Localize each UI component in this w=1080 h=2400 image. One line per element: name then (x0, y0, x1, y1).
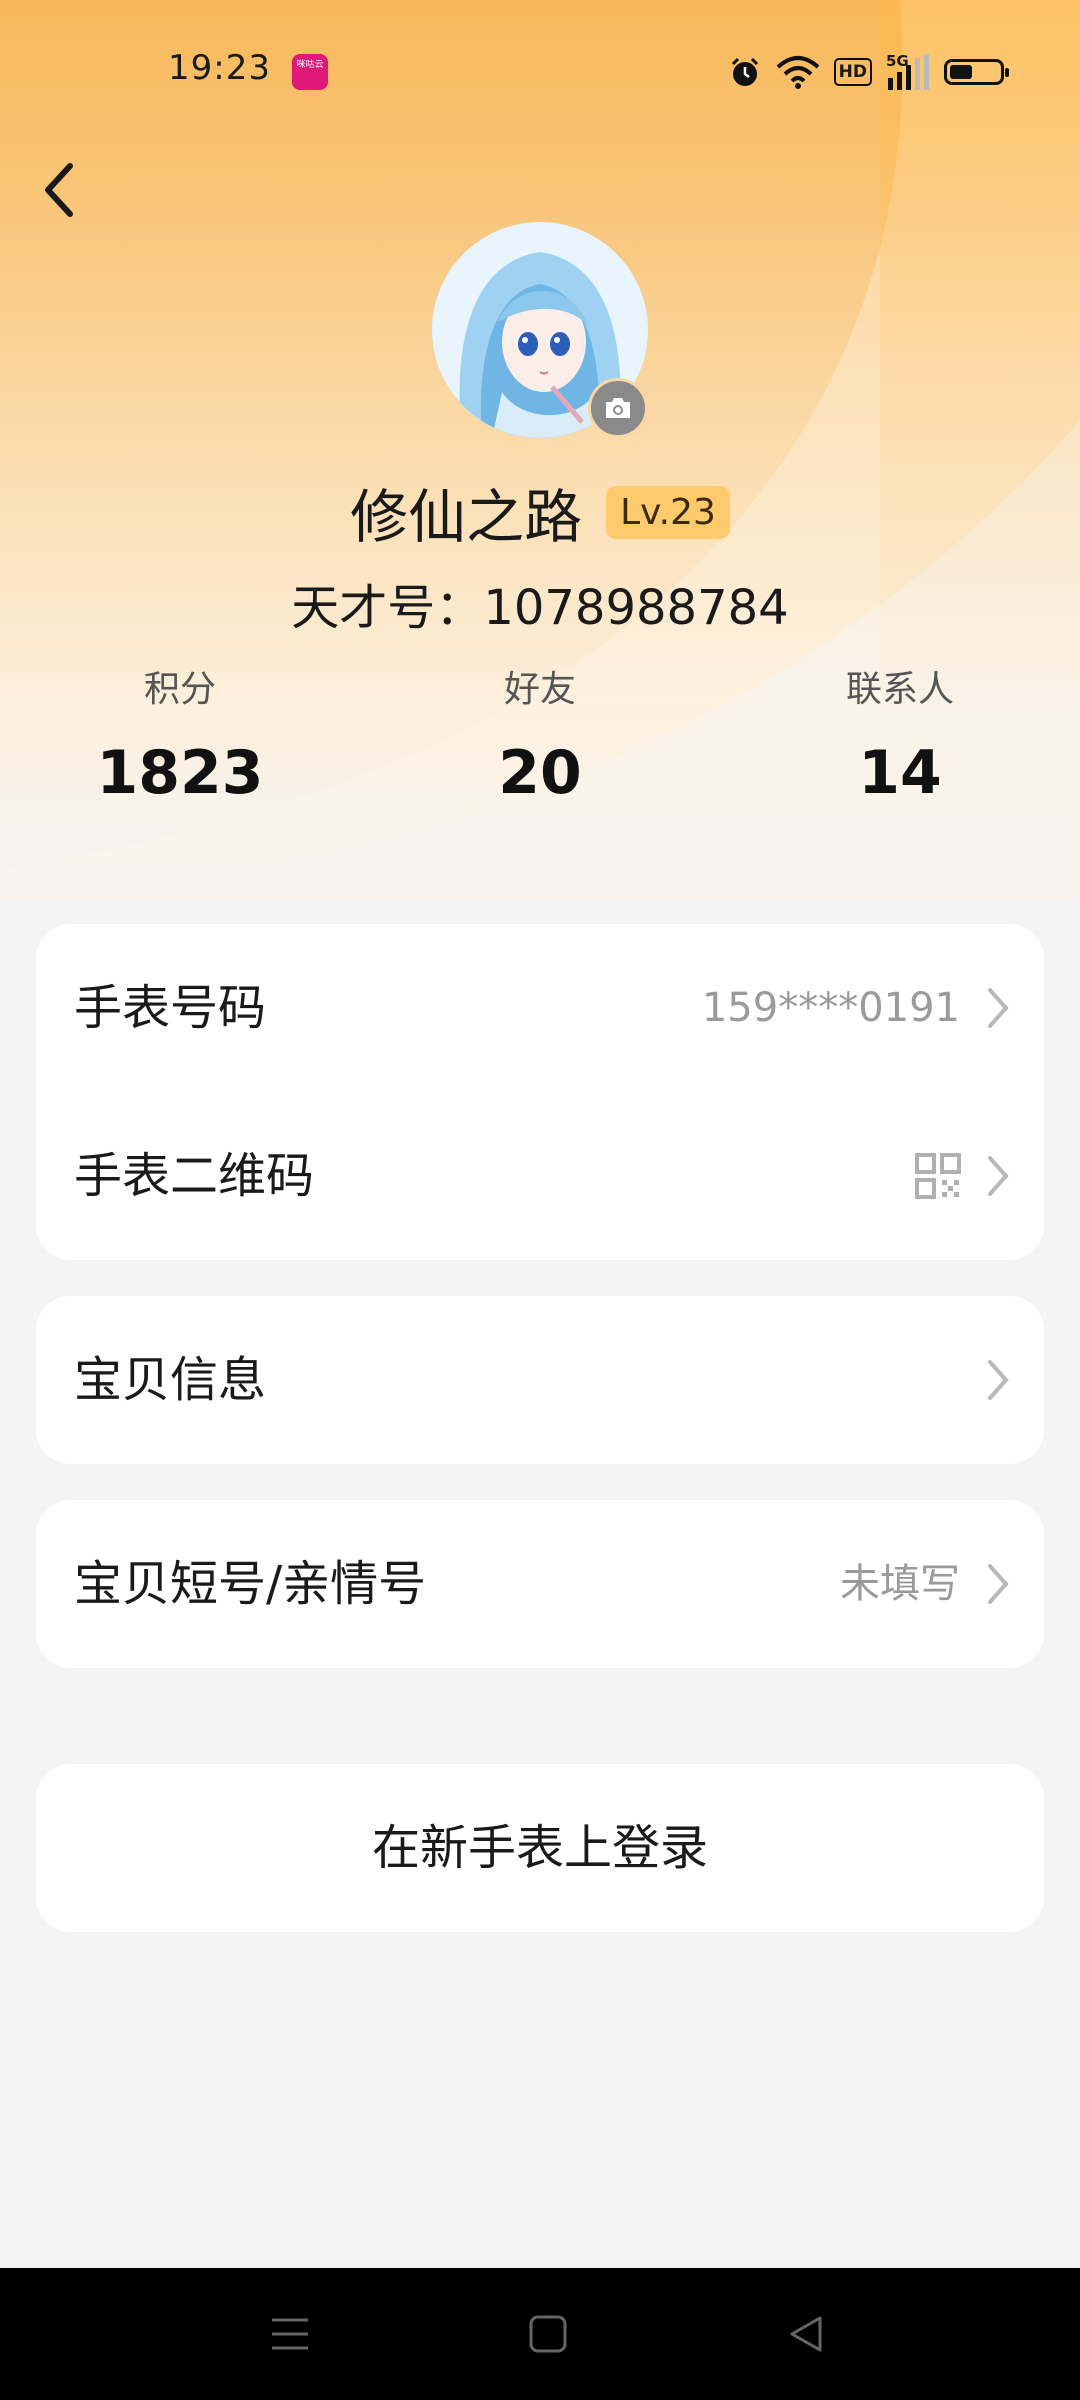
short-number-card: 宝贝短号/亲情号 未填写 (36, 1500, 1044, 1668)
short-number-row[interactable]: 宝贝短号/亲情号 未填写 (36, 1500, 1044, 1668)
stat-contacts[interactable]: 联系人 14 (750, 660, 1050, 808)
camera-icon[interactable] (588, 378, 648, 438)
stats-row: 积分 1823 好友 20 联系人 14 (0, 660, 1080, 820)
watch-card: 手表号码 159****0191 手表二维码 (36, 924, 1044, 1260)
stat-label: 积分 (143, 669, 216, 710)
watch-number-label: 手表号码 (74, 980, 267, 1036)
watch-qr-label: 手表二维码 (74, 1148, 315, 1204)
stat-value: 1823 (96, 738, 264, 808)
qr-code-icon (915, 1153, 961, 1199)
battery-icon (944, 59, 1009, 85)
baby-info-row[interactable]: 宝贝信息 (36, 1296, 1044, 1464)
stat-friends[interactable]: 好友 20 (390, 660, 690, 808)
chevron-right-icon (988, 988, 1009, 1028)
baby-info-label: 宝贝信息 (74, 1352, 267, 1408)
stat-value: 20 (498, 738, 582, 808)
account-id: 天才号：1078988784 (0, 568, 1080, 638)
home-icon[interactable] (524, 2310, 572, 2358)
profile-name: 修仙之路 (350, 483, 583, 551)
status-bar: 19:23 咪咕云 HD 5G (0, 0, 1080, 140)
5g-signal-icon: 5G (886, 52, 930, 92)
status-icons: HD 5G (728, 52, 1009, 92)
notification-app-icon: 咪咕云 (292, 54, 328, 90)
short-number-label: 宝贝短号/亲情号 (74, 1556, 427, 1612)
alarm-icon (731, 57, 758, 86)
account-id-label: 天才号： (291, 580, 484, 636)
baby-info-card: 宝贝信息 (36, 1296, 1044, 1464)
back-triangle-icon[interactable] (782, 2310, 830, 2358)
stat-label: 联系人 (845, 669, 954, 710)
login-on-new-watch-button[interactable]: 在新手表上登录 (36, 1764, 1044, 1932)
stat-label: 好友 (503, 669, 576, 710)
profile-name-row: 修仙之路 Lv.23 (0, 470, 1080, 554)
chevron-right-icon (988, 1360, 1009, 1400)
system-navigation-bar (0, 2268, 1080, 2400)
stat-value: 14 (858, 738, 942, 808)
short-number-value: 未填写 (840, 1561, 960, 1607)
account-id-value: 1078988784 (483, 580, 789, 636)
watch-number-row[interactable]: 手表号码 159****0191 (36, 924, 1044, 1092)
menu-icon[interactable] (266, 2310, 314, 2358)
hd-icon: HD (833, 58, 872, 86)
watch-qr-row[interactable]: 手表二维码 (36, 1092, 1044, 1260)
chevron-right-icon (988, 1156, 1009, 1196)
back-arrow-icon[interactable] (40, 160, 84, 220)
chevron-right-icon (988, 1564, 1009, 1604)
wifi-icon (776, 56, 819, 89)
level-badge: Lv.23 (606, 485, 730, 539)
stat-points[interactable]: 积分 1823 (30, 660, 330, 808)
status-time: 19:23 (168, 48, 271, 88)
watch-number-value: 159****0191 (701, 985, 960, 1031)
